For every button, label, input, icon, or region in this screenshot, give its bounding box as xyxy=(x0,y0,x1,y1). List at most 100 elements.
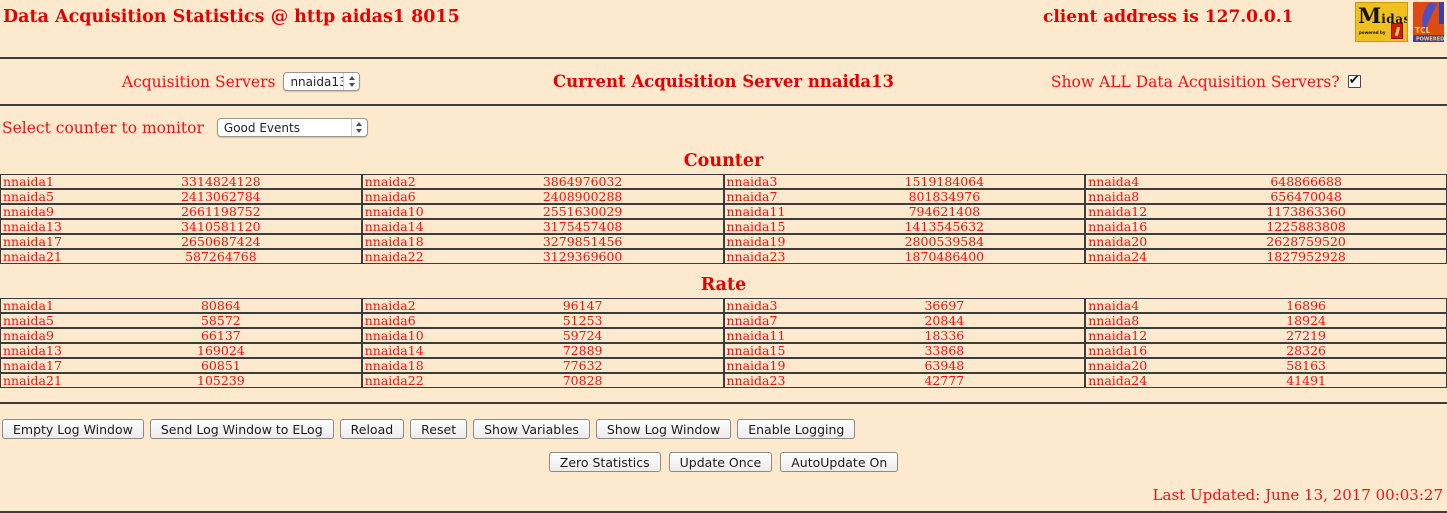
rate-cell: nnaida15 33868 xyxy=(723,343,1086,358)
rate-value: 51253 xyxy=(562,313,603,328)
tcl-powered-label: POWERED xyxy=(1416,37,1444,43)
autoupdate-on-button[interactable]: AutoUpdate On xyxy=(780,452,899,472)
counter-cell: nnaida17 2650687424 xyxy=(0,234,362,249)
counter-cell: nnaida14 3175457408 xyxy=(361,219,724,234)
rate-cell: nnaida9 66137 xyxy=(0,328,362,343)
server-name: nnaida22 xyxy=(364,374,424,387)
show-log-window-button[interactable]: Show Log Window xyxy=(595,419,732,439)
counter-value: 3864976032 xyxy=(542,174,623,189)
server-name: nnaida7 xyxy=(726,314,778,327)
counter-value: 1827952928 xyxy=(1266,249,1346,264)
counter-monitor-select[interactable]: Good Events xyxy=(216,118,368,137)
acquisition-server-select[interactable]: nnaida13 xyxy=(283,72,361,91)
rate-cell: nnaida14 72889 xyxy=(361,343,724,358)
counter-value: 2661198752 xyxy=(181,204,261,219)
server-name: nnaida15 xyxy=(726,220,786,233)
midas-powered-by-label: powered by xyxy=(1359,30,1386,35)
counter-cell: nnaida21 587264768 xyxy=(0,249,362,264)
counter-value: 1413545632 xyxy=(904,219,985,234)
counter-cell: nnaida7 801834976 xyxy=(723,189,1086,204)
rate-cell: nnaida5 58572 xyxy=(0,313,362,328)
rate-value: 96147 xyxy=(562,298,603,313)
server-name: nnaida2 xyxy=(364,175,416,188)
midas-logo[interactable]: Midas powered by xyxy=(1355,2,1408,42)
rate-value: 58572 xyxy=(200,313,241,328)
rate-value: 58163 xyxy=(1286,358,1326,373)
show-all-checkbox[interactable] xyxy=(1347,73,1361,88)
counter-value: 2408900288 xyxy=(542,189,623,204)
counter-value: 587264768 xyxy=(185,249,257,264)
log-buttons-row: Empty Log Window Send Log Window to ELog R… xyxy=(2,419,1447,439)
rate-value: 169024 xyxy=(197,343,245,358)
counter-row: nnaida13 3410581120 nnaida14 3175457408 nnai… xyxy=(0,219,1447,234)
rate-value: 27219 xyxy=(1286,328,1326,343)
empty-log-window-button[interactable]: Empty Log Window xyxy=(2,419,144,439)
server-name: nnaida6 xyxy=(364,314,416,327)
server-name: nnaida8 xyxy=(1088,314,1140,327)
page-title: Data Acquisition Statistics @ http aidas… xyxy=(3,7,460,27)
server-name: nnaida19 xyxy=(726,235,786,248)
rate-cell: nnaida22 70828 xyxy=(361,373,724,388)
counter-value: 3175457408 xyxy=(542,219,623,234)
counter-value: 1519184064 xyxy=(904,174,985,189)
rate-value: 33868 xyxy=(924,343,965,358)
reload-button[interactable]: Reload xyxy=(339,419,405,439)
rate-value: 36697 xyxy=(924,298,965,313)
header: Data Acquisition Statistics @ http aidas… xyxy=(0,0,1447,57)
counter-value: 3279851456 xyxy=(542,234,623,249)
counter-row: nnaida17 2650687424 nnaida18 3279851456 nnai… xyxy=(0,234,1447,249)
server-name: nnaida16 xyxy=(1088,344,1148,357)
counter-cell: nnaida5 2413062784 xyxy=(0,189,362,204)
server-name: nnaida14 xyxy=(364,344,424,357)
counter-cell: nnaida20 2628759520 xyxy=(1085,234,1447,249)
counter-cell: nnaida8 656470048 xyxy=(1085,189,1447,204)
update-buttons-row: Zero Statistics Update Once AutoUpdate On xyxy=(0,452,1447,472)
counter-value: 2551630029 xyxy=(542,204,623,219)
counter-cell: nnaida12 1173863360 xyxy=(1085,204,1447,219)
rate-cell: nnaida4 16896 xyxy=(1085,298,1447,313)
server-name: nnaida15 xyxy=(726,344,786,357)
server-name: nnaida17 xyxy=(3,359,62,372)
acquisition-servers-label: Acquisition Servers xyxy=(121,72,276,91)
rate-value: 66137 xyxy=(200,328,241,343)
server-name: nnaida16 xyxy=(1088,220,1148,233)
server-name: nnaida19 xyxy=(726,359,786,372)
server-name: nnaida9 xyxy=(3,329,54,342)
server-name: nnaida18 xyxy=(364,359,424,372)
counter-value: 2650687424 xyxy=(181,234,261,249)
rate-value: 18336 xyxy=(924,328,965,343)
show-all-group: Show ALL Data Acquisition Servers? xyxy=(965,73,1447,91)
rate-row: nnaida17 60851 nnaida18 77632 nnaida19 63948 n… xyxy=(0,358,1447,373)
counter-cell: nnaida10 2551630029 xyxy=(361,204,724,219)
server-controls-row: Acquisition Servers nnaida13 Current Acq… xyxy=(0,59,1447,104)
rate-value: 28326 xyxy=(1286,343,1326,358)
reset-button[interactable]: Reset xyxy=(410,419,468,439)
rate-cell: nnaida3 36697 xyxy=(723,298,1086,313)
counter-cell: nnaida9 2661198752 xyxy=(0,204,362,219)
rate-row: nnaida21 105239 nnaida22 70828 nnaida23 42777… xyxy=(0,373,1447,388)
zero-statistics-button[interactable]: Zero Statistics xyxy=(548,452,661,472)
tcl-powered-logo[interactable]: TCL POWERED xyxy=(1413,2,1444,42)
counter-heading: Counter xyxy=(683,151,764,171)
server-name: nnaida8 xyxy=(1088,190,1140,203)
counter-cell: nnaida11 794621408 xyxy=(723,204,1086,219)
tcl-label: TCL xyxy=(1415,26,1431,35)
midas-mark-icon xyxy=(1391,23,1403,39)
rate-cell: nnaida6 51253 xyxy=(361,313,724,328)
send-log-window-to-elog-button[interactable]: Send Log Window to ELog xyxy=(149,419,334,439)
update-once-button[interactable]: Update Once xyxy=(668,452,773,472)
rate-value: 41491 xyxy=(1286,373,1326,388)
counter-value: 2800539584 xyxy=(904,234,985,249)
rate-value: 16896 xyxy=(1286,298,1326,313)
server-name: nnaida24 xyxy=(1088,374,1148,387)
enable-logging-button[interactable]: Enable Logging xyxy=(737,419,856,439)
rate-cell: nnaida13 169024 xyxy=(0,343,362,358)
server-name: nnaida17 xyxy=(3,235,62,248)
rate-cell: nnaida17 60851 xyxy=(0,358,362,373)
server-name: nnaida23 xyxy=(726,374,786,387)
show-variables-button[interactable]: Show Variables xyxy=(473,419,590,439)
counter-value: 1225883808 xyxy=(1266,219,1346,234)
rate-cell: nnaida10 59724 xyxy=(361,328,724,343)
counter-row: nnaida9 2661198752 nnaida10 2551630029 nnaid… xyxy=(0,204,1447,219)
counter-cell: nnaida16 1225883808 xyxy=(1085,219,1447,234)
